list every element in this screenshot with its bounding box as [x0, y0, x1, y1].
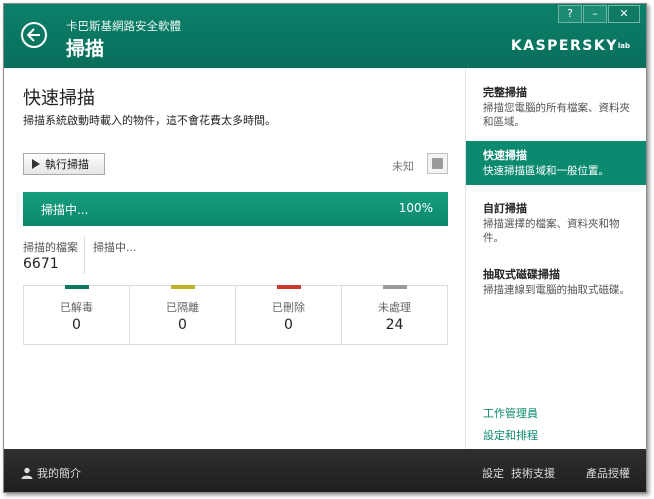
header: 卡巴斯基網路安全軟體 掃描 KASPERSKYlab ? – ✕ [4, 4, 646, 68]
scan-type-sidebar: 完整掃描 掃描您電腦的所有檔案、資料夾和區域。 快速掃描 快速掃描區域和一般位置… [465, 68, 646, 449]
run-scan-label: 執行掃描 [45, 158, 89, 171]
scanned-files-count: 6671 [23, 256, 59, 272]
user-icon [21, 467, 33, 479]
sidebar-item-full-scan[interactable]: 完整掃描 掃描您電腦的所有檔案、資料夾和區域。 [466, 84, 646, 129]
stat-quarantined: 已隔離 0 [130, 285, 236, 344]
stat-deleted: 已刪除 0 [236, 285, 342, 344]
my-profile-label: 我的簡介 [37, 467, 81, 480]
stat-value: 24 [385, 317, 404, 333]
menu-description: 掃描連線到電腦的抽取式磁碟。 [483, 284, 630, 296]
task-manager-link[interactable]: 工作管理員 [483, 405, 538, 421]
logo-text: KASPERSKY [510, 38, 618, 54]
window-controls: ? – ✕ [557, 5, 640, 23]
scanning-label: 掃描中... [93, 241, 137, 254]
scan-stats: 已解毒 0 已隔離 0 已刪除 0 未處理 24 [23, 285, 448, 345]
progress-text: 掃描中... [41, 203, 89, 217]
menu-title: 快速掃描 [483, 149, 527, 162]
unknown-label: 未知 [392, 160, 414, 173]
sidebar-item-removable-scan[interactable]: 抽取式磁碟掃描 掃描連線到電腦的抽取式磁碟。 [466, 266, 646, 297]
scan-panel: 快速掃描 掃描系統啟動時載入的物件，這不會花費太多時間。 執行掃描 未知 掃描中… [4, 68, 465, 449]
menu-description: 快速掃描區域和一般位置。 [483, 165, 609, 177]
stat-label: 已解毒 [60, 301, 93, 314]
stat-value: 0 [284, 317, 293, 333]
menu-description: 掃描您電腦的所有檔案、資料夾和區域。 [483, 102, 630, 128]
settings-schedule-link[interactable]: 設定和排程 [483, 427, 538, 443]
menu-title: 自訂掃描 [483, 202, 527, 215]
progress-percent: 100% [398, 201, 433, 215]
back-arrow-icon [27, 28, 40, 42]
settings-link[interactable]: 設定 [482, 465, 504, 481]
stat-color-bar [64, 285, 89, 289]
scan-progress-bar: 掃描中... 100% [23, 192, 448, 226]
close-button[interactable]: ✕ [608, 5, 640, 23]
stat-color-bar [276, 285, 301, 289]
sidebar-item-quick-scan[interactable]: 快速掃描 快速掃描區域和一般位置。 [466, 141, 646, 185]
my-profile-link[interactable]: 我的簡介 [21, 465, 81, 481]
kaspersky-logo: KASPERSKYlab [511, 38, 630, 54]
footer: 我的簡介 設定 技術支援 產品授權 [4, 449, 646, 492]
stat-disinfected: 已解毒 0 [24, 285, 130, 344]
scan-title: 快速掃描 [23, 88, 95, 109]
help-button[interactable]: ? [558, 5, 582, 23]
menu-title: 完整掃描 [483, 86, 527, 99]
stat-label: 已隔離 [166, 301, 199, 314]
app-subtitle: 卡巴斯基網路安全軟體 [66, 19, 181, 33]
logo-suffix: lab [617, 42, 630, 50]
scan-description: 掃描系統啟動時載入的物件，這不會花費太多時間。 [23, 114, 276, 127]
stat-label: 已刪除 [272, 301, 305, 314]
play-icon [32, 159, 40, 169]
stat-color-bar [382, 285, 407, 289]
stat-unprocessed: 未處理 24 [342, 285, 447, 344]
page-title: 掃描 [66, 38, 105, 60]
stat-value: 0 [72, 317, 81, 333]
menu-title: 抽取式磁碟掃描 [483, 268, 560, 281]
stat-color-bar [170, 285, 195, 289]
back-button[interactable] [21, 22, 47, 48]
stop-icon [432, 158, 443, 169]
scanned-files-label: 掃描的檔案 [23, 241, 78, 254]
support-link[interactable]: 技術支援 [511, 465, 555, 481]
divider [84, 236, 85, 274]
stat-label: 未處理 [378, 301, 411, 314]
run-scan-button[interactable]: 執行掃描 [23, 153, 105, 175]
licensing-link[interactable]: 產品授權 [586, 465, 630, 481]
unknown-toggle[interactable] [427, 153, 448, 174]
stat-value: 0 [178, 317, 187, 333]
menu-description: 掃描選擇的檔案、資料夾和物件。 [483, 218, 620, 244]
app-window: 卡巴斯基網路安全軟體 掃描 KASPERSKYlab ? – ✕ 快速掃描 掃描… [3, 3, 647, 493]
sidebar-item-custom-scan[interactable]: 自訂掃描 掃描選擇的檔案、資料夾和物件。 [466, 200, 646, 245]
minimize-button[interactable]: – [583, 5, 607, 23]
